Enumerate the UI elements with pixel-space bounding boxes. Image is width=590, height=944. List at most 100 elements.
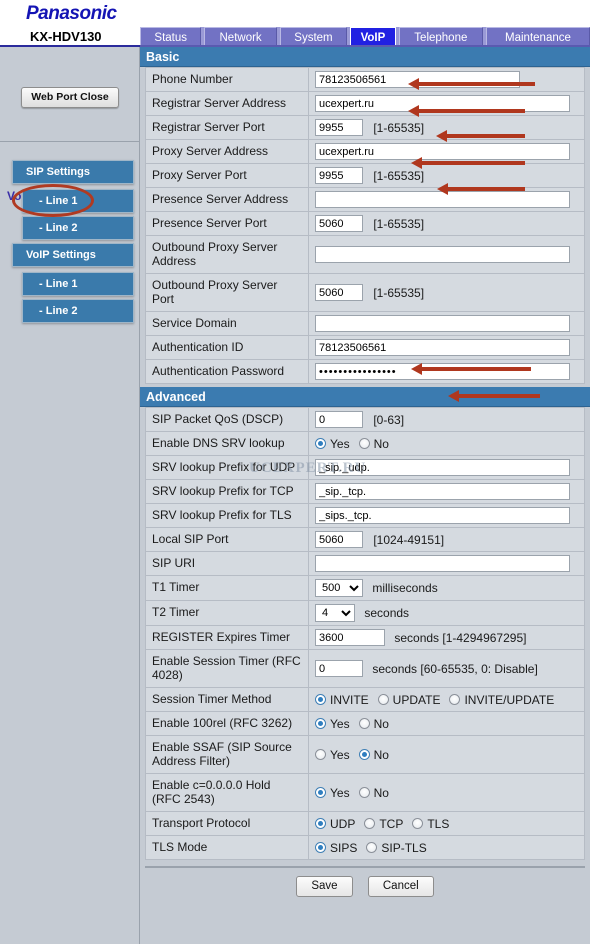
enable-dns-srv-lookup-yes[interactable]: Yes: [315, 437, 350, 451]
enable-100rel-no[interactable]: No: [358, 717, 389, 731]
cell-registrar-server-address: [308, 91, 585, 116]
radio-icon[interactable]: [449, 694, 461, 705]
transport-protocol-udp[interactable]: UDP: [315, 817, 355, 831]
presence-server-address-input[interactable]: [315, 191, 570, 208]
tab-system[interactable]: System: [279, 27, 348, 47]
local-sip-port-input[interactable]: [315, 531, 363, 548]
sip-packet-qos-input[interactable]: [315, 411, 363, 428]
label-register-expires-timer: REGISTER Expires Timer: [145, 625, 309, 650]
tab-status[interactable]: Status: [140, 27, 202, 47]
option-label: SIP-TLS: [381, 840, 427, 855]
basic-form: Phone Number Registrar Server Address Re…: [145, 67, 585, 384]
outbound-proxy-server-address-input[interactable]: [315, 246, 570, 263]
authentication-password-input[interactable]: [315, 363, 570, 380]
radio-icon[interactable]: [315, 438, 326, 449]
radio-icon[interactable]: [315, 749, 326, 760]
enable-ssaf-radios: Yes No: [315, 748, 578, 762]
cell-srv-prefix-tls: [308, 503, 585, 528]
option-label: SIPS: [330, 840, 358, 855]
label-srv-prefix-udp: SRV lookup Prefix for UDP: [145, 455, 309, 480]
row-srv-prefix-udp: SRV lookup Prefix for UDP: [145, 455, 585, 480]
registrar-server-port-input[interactable]: [315, 119, 363, 136]
authentication-id-input[interactable]: [315, 339, 570, 356]
tab-voip[interactable]: VoIP: [350, 27, 396, 47]
session-timer-method-invite[interactable]: INVITE: [315, 693, 369, 707]
web-port-close-button[interactable]: Web Port Close: [21, 87, 119, 108]
row-presence-server-port: Presence Server Port [1-65535]: [145, 211, 585, 236]
sidebar-item-sip-line-2[interactable]: - Line 2: [22, 216, 134, 240]
cell-sip-packet-qos: [0-63]: [308, 407, 585, 432]
radio-icon[interactable]: [366, 842, 378, 853]
enable-ssaf-no[interactable]: No: [358, 748, 389, 762]
enable-hold-yes[interactable]: Yes: [315, 786, 350, 800]
enable-dns-srv-lookup-no[interactable]: No: [358, 437, 389, 451]
t1-timer-select[interactable]: 500: [315, 579, 363, 597]
radio-icon[interactable]: [315, 842, 326, 853]
transport-protocol-tcp[interactable]: TCP: [364, 817, 403, 831]
register-expires-timer-input[interactable]: [315, 629, 385, 646]
brand-area: Panasonic KX-HDV130: [0, 0, 140, 47]
option-label: TLS: [427, 816, 450, 831]
enable-100rel-yes[interactable]: Yes: [315, 717, 350, 731]
enable-hold-no[interactable]: No: [358, 786, 389, 800]
session-timer-method-radios: INVITE UPDATE INVITE/UPDATE: [315, 693, 578, 707]
tls-mode-sip-tls[interactable]: SIP-TLS: [366, 840, 427, 855]
section-header-advanced: Advanced: [140, 387, 590, 407]
radio-icon[interactable]: [358, 749, 370, 760]
outbound-proxy-server-port-input[interactable]: [315, 284, 363, 301]
cell-phone-number: [308, 67, 585, 92]
transport-protocol-tls[interactable]: TLS: [412, 817, 449, 831]
label-enable-hold: Enable c=0.0.0.0 Hold (RFC 2543): [145, 773, 309, 812]
label-proxy-server-port: Proxy Server Port: [145, 163, 309, 188]
radio-icon[interactable]: [364, 818, 376, 829]
sidebar-item-sip-settings[interactable]: SIP Settings: [12, 160, 134, 184]
sidebar-item-voip-line-2[interactable]: - Line 2: [22, 299, 134, 323]
t2-timer-unit: seconds: [364, 606, 410, 620]
option-label: INVITE/UPDATE: [464, 692, 555, 707]
tls-mode-sips[interactable]: SIPS: [315, 841, 357, 855]
tab-network[interactable]: Network: [204, 27, 277, 47]
sidebar-item-voip-line-1[interactable]: - Line 1: [22, 272, 134, 296]
radio-icon[interactable]: [315, 787, 326, 798]
option-label: Yes: [330, 747, 350, 762]
enable-ssaf-yes[interactable]: Yes: [315, 748, 350, 762]
srv-prefix-tls-input[interactable]: [315, 507, 570, 524]
radio-icon[interactable]: [315, 694, 326, 705]
label-outbound-proxy-server-port: Outbound Proxy Server Port: [145, 273, 309, 312]
srv-prefix-tcp-input[interactable]: [315, 483, 570, 500]
radio-icon[interactable]: [358, 438, 370, 449]
t2-timer-select[interactable]: 4: [315, 604, 355, 622]
phone-number-input[interactable]: [315, 71, 520, 88]
label-srv-prefix-tls: SRV lookup Prefix for TLS: [145, 503, 309, 528]
radio-icon[interactable]: [377, 694, 389, 705]
enable-session-timer-input[interactable]: [315, 660, 363, 677]
session-timer-method-invite-update[interactable]: INVITE/UPDATE: [449, 693, 554, 707]
option-label: Yes: [330, 785, 350, 800]
service-domain-input[interactable]: [315, 315, 570, 332]
sidebar-item-voip-settings[interactable]: VoIP Settings: [12, 243, 134, 267]
radio-icon[interactable]: [315, 818, 326, 829]
sip-uri-input[interactable]: [315, 555, 570, 572]
cancel-button[interactable]: Cancel: [367, 876, 434, 897]
srv-prefix-udp-input[interactable]: [315, 459, 570, 476]
tab-telephone[interactable]: Telephone: [398, 27, 483, 47]
registrar-server-address-input[interactable]: [315, 95, 570, 112]
main-panel: Basic Phone Number Registrar Server Addr…: [140, 47, 590, 944]
cell-outbound-proxy-server-address: [308, 235, 585, 274]
option-label: UDP: [330, 816, 356, 831]
radio-icon[interactable]: [358, 787, 370, 798]
proxy-server-address-input[interactable]: [315, 143, 570, 160]
row-enable-ssaf: Enable SSAF (SIP Source Address Filter) …: [145, 735, 585, 774]
radio-icon[interactable]: [315, 718, 326, 729]
proxy-server-port-input[interactable]: [315, 167, 363, 184]
sidebar-item-sip-line-1[interactable]: - Line 1: [22, 189, 134, 213]
presence-server-port-input[interactable]: [315, 215, 363, 232]
radio-icon[interactable]: [412, 818, 424, 829]
web-port-close-wrap: Web Port Close: [0, 87, 140, 108]
row-outbound-proxy-server-port: Outbound Proxy Server Port [1-65535]: [145, 273, 585, 312]
tab-maintenance[interactable]: Maintenance: [485, 27, 590, 47]
session-timer-method-update[interactable]: UPDATE: [377, 693, 440, 707]
label-presence-server-port: Presence Server Port: [145, 211, 309, 236]
save-button[interactable]: Save: [296, 876, 353, 897]
radio-icon[interactable]: [358, 718, 370, 729]
